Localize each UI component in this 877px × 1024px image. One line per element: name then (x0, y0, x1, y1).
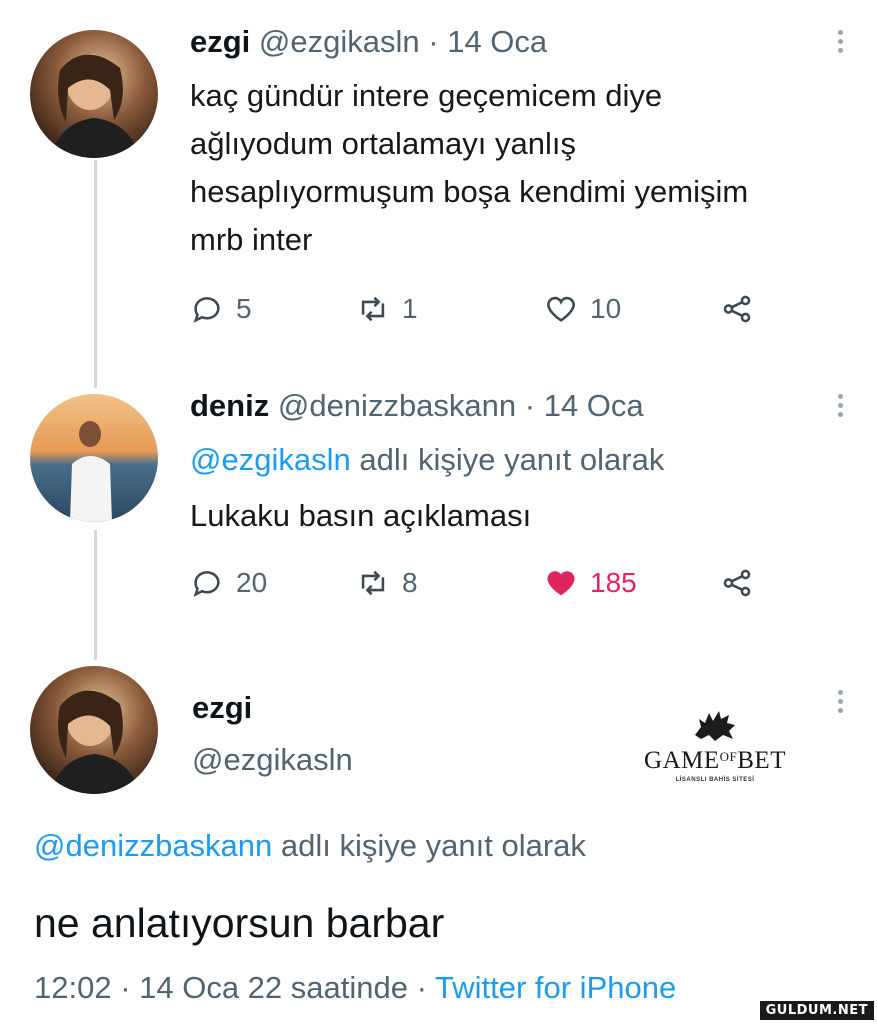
replying-label: adlı kişiye yanıt olarak (359, 442, 665, 477)
avatar[interactable] (30, 394, 158, 522)
avatar[interactable] (30, 666, 158, 794)
tweet-text-line: mrb inter (190, 222, 313, 257)
tweet-time[interactable]: · 14 Oca (525, 388, 644, 423)
mention-link[interactable]: @ezgikasln (190, 442, 351, 477)
tweet-actions: 20 8 185 (190, 566, 790, 606)
brand-logo: GAMEOFBET LİSANSLI BAHİS SİTESİ (640, 705, 790, 783)
tweet-actions: 5 1 10 (190, 292, 790, 332)
brand-title: GAMEOFBET (640, 747, 790, 775)
display-name[interactable]: ezgi (192, 690, 252, 726)
tweet-meta: 12:02 · 14 Oca 22 saatinde · Twitter for… (34, 970, 676, 1006)
like-count: 185 (590, 567, 637, 598)
reply-button[interactable]: 20 (190, 566, 267, 600)
tweet-text-line: ağlıyodum ortalamayı yanlış (190, 126, 576, 161)
share-icon (723, 569, 751, 597)
tweet-header: ezgi @ezgikasln · 14 Oca (190, 24, 547, 60)
retweet-count: 1 (402, 293, 418, 324)
brand-subtitle: LİSANSLI BAHİS SİTESİ (675, 777, 755, 783)
retweet-icon (361, 296, 385, 322)
tweet-text-line: Lukaku basın açıklaması (190, 498, 532, 533)
brand-title-mid: OF (719, 749, 738, 764)
share-button[interactable] (720, 292, 754, 326)
retweet-icon (361, 570, 385, 596)
tweet-text: kaç gündür intere geçemicem diye ağlıyod… (190, 72, 748, 264)
heart-icon (547, 296, 575, 322)
tweet-time[interactable]: · 14 Oca (428, 24, 547, 59)
thread-line (94, 530, 97, 660)
tweet-text-line: hesaplıyormuşum boşa kendimi yemişim (190, 174, 749, 209)
share-icon (723, 295, 751, 323)
tweet-text: Lukaku basın açıklaması (190, 492, 531, 540)
like-button[interactable]: 185 (544, 566, 637, 600)
brand-title-right: BET (737, 747, 786, 774)
reply-icon (193, 297, 220, 323)
avatar[interactable] (30, 30, 158, 158)
replying-to: @denizzbaskann adlı kişiye yanıt olarak (34, 828, 586, 864)
tweet-source[interactable]: Twitter for iPhone (435, 970, 676, 1005)
retweet-button[interactable]: 8 (356, 566, 418, 600)
retweet-button[interactable]: 1 (356, 292, 418, 326)
heart-filled-icon (547, 571, 575, 596)
like-count: 10 (590, 293, 622, 324)
like-button[interactable]: 10 (544, 292, 621, 326)
display-name[interactable]: deniz (190, 388, 269, 423)
reply-button[interactable]: 5 (190, 292, 252, 326)
thread-line (94, 160, 97, 388)
reply-count: 20 (236, 567, 268, 598)
replying-to: @ezgikasln adlı kişiye yanıt olarak (190, 442, 664, 478)
display-name[interactable]: ezgi (190, 24, 250, 59)
more-options-icon[interactable] (836, 30, 844, 53)
mention-link[interactable]: @denizzbaskann (34, 828, 272, 863)
brand-title-left: GAME (644, 747, 720, 774)
wolf-icon (695, 711, 735, 741)
tweet-text-line: kaç gündür intere geçemicem diye (190, 78, 663, 113)
user-handle[interactable]: @denizzbaskann (278, 388, 516, 423)
user-handle[interactable]: @ezgikasln (192, 742, 353, 778)
reply-count: 5 (236, 293, 252, 324)
watermark: GULDUM.NET (759, 1001, 874, 1020)
user-handle[interactable]: @ezgikasln (259, 24, 420, 59)
share-button[interactable] (720, 566, 754, 600)
more-options-icon[interactable] (836, 394, 844, 417)
replying-label: adlı kişiye yanıt olarak (280, 828, 586, 863)
tweet-timestamp[interactable]: 12:02 · 14 Oca 22 saatinde · (34, 970, 427, 1005)
retweet-count: 8 (402, 567, 418, 598)
reply-icon (193, 571, 220, 597)
tweet-header: deniz @denizzbaskann · 14 Oca (190, 388, 644, 424)
tweet-text: ne anlatıyorsun barbar (34, 900, 445, 946)
more-options-icon[interactable] (836, 690, 844, 713)
